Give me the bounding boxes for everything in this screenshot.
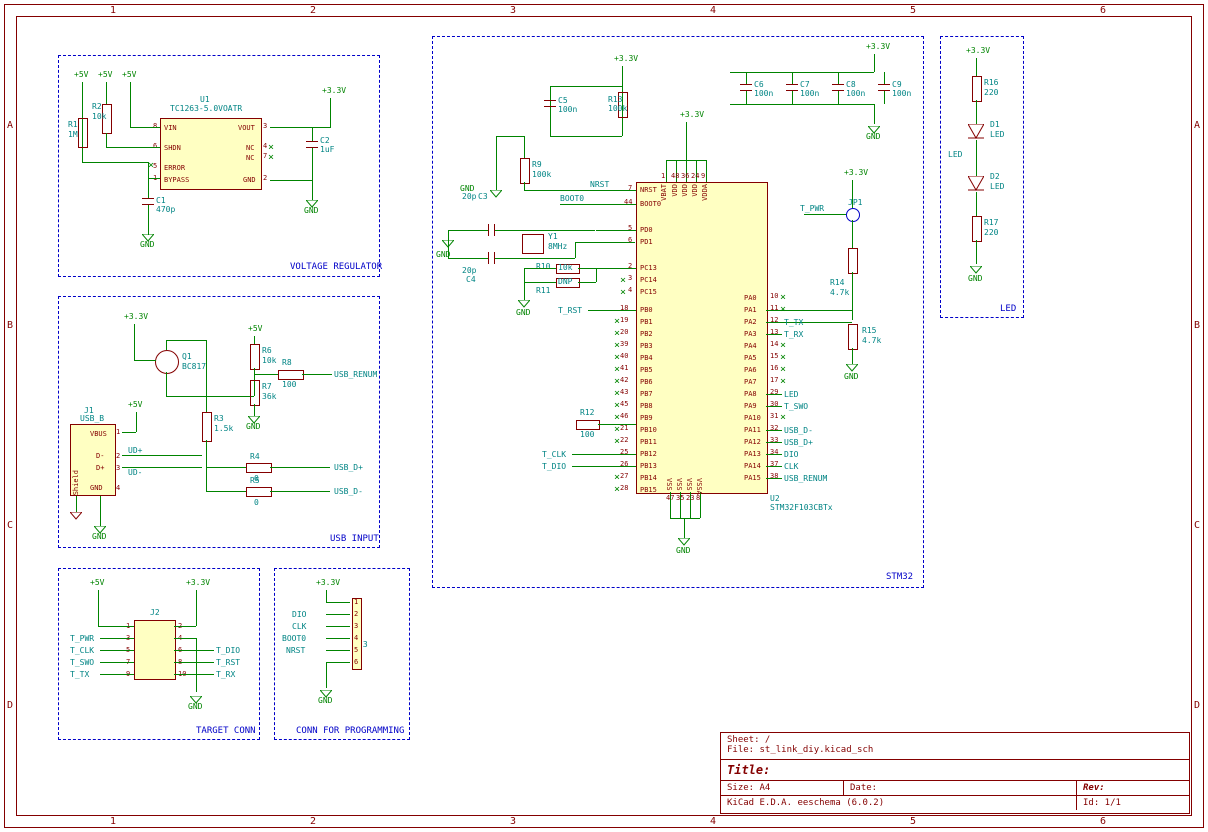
j2 bbox=[134, 620, 176, 680]
ruler-row: A bbox=[1194, 120, 1200, 131]
ruler-col: 1 bbox=[110, 5, 116, 16]
pwr-33v: +3.3V bbox=[322, 86, 346, 95]
pin-vout: VOUT bbox=[238, 124, 255, 132]
file-label: File: st_link_diy.kicad_sch bbox=[727, 745, 1183, 755]
gnd-icon bbox=[142, 234, 154, 242]
sheet-label: Sheet: / bbox=[727, 735, 1183, 745]
ruler-col: 4 bbox=[710, 816, 716, 827]
ruler-col: 2 bbox=[310, 5, 316, 16]
gnd-icon bbox=[306, 200, 318, 208]
pin-byp: BYPASS bbox=[164, 176, 189, 184]
pin-shdn: SHDN bbox=[164, 144, 181, 152]
pwr-5v: +5V bbox=[128, 400, 142, 409]
transistor-icon bbox=[155, 350, 179, 374]
title-block: Sheet: / File: st_link_diy.kicad_sch Tit… bbox=[720, 732, 1190, 814]
title-label: Title: bbox=[721, 760, 1189, 781]
pwr-5v: +5V bbox=[248, 324, 262, 333]
pwr-33v: +3.3V bbox=[124, 312, 148, 321]
ruler-row: A bbox=[7, 120, 13, 131]
pin-nc: NC bbox=[246, 144, 254, 152]
date-label: Date: bbox=[844, 781, 1077, 795]
gen-label: KiCad E.D.A. eeschema (6.0.2) bbox=[721, 796, 1077, 810]
ruler-col: 5 bbox=[910, 816, 916, 827]
pwr-5v: +5V bbox=[122, 70, 136, 79]
ruler-row: C bbox=[1194, 520, 1200, 531]
ruler-row: D bbox=[7, 700, 13, 711]
crystal-icon bbox=[522, 234, 544, 254]
ruler-row: B bbox=[7, 320, 13, 331]
block-label-usb: USB INPUT bbox=[330, 534, 379, 544]
block-label-vreg: VOLTAGE REGULATOR bbox=[290, 262, 382, 272]
ruler-col: 3 bbox=[510, 5, 516, 16]
pwr-5v: +5V bbox=[98, 70, 112, 79]
u1-ref: U1 bbox=[200, 95, 210, 104]
size-label: Size: A4 bbox=[721, 781, 844, 795]
pin-vin: VIN bbox=[164, 124, 177, 132]
pwr-5v: +5V bbox=[74, 70, 88, 79]
ruler-col: 1 bbox=[110, 816, 116, 827]
u1-val: TC1263-5.0VOATR bbox=[170, 104, 242, 113]
ruler-col: 3 bbox=[510, 816, 516, 827]
pin-gnd: GND bbox=[243, 176, 256, 184]
schematic-page: 1 2 3 4 5 6 1 2 3 4 5 6 A B C D A B C D … bbox=[0, 0, 1208, 832]
ruler-col: 2 bbox=[310, 816, 316, 827]
ruler-col: 6 bbox=[1100, 5, 1106, 16]
ruler-col: 5 bbox=[910, 5, 916, 16]
pin-err: ERROR bbox=[164, 164, 185, 172]
ruler-row: D bbox=[1194, 700, 1200, 711]
led-icon bbox=[968, 176, 984, 192]
id-label: Id: 1/1 bbox=[1077, 796, 1189, 810]
pin-nc: NC bbox=[246, 154, 254, 162]
ruler-col: 4 bbox=[710, 5, 716, 16]
rev-label: Rev: bbox=[1077, 781, 1189, 795]
ruler-row: B bbox=[1194, 320, 1200, 331]
ic-u2 bbox=[636, 182, 768, 494]
led-icon bbox=[968, 124, 984, 140]
ruler-col: 6 bbox=[1100, 816, 1106, 827]
ruler-row: C bbox=[7, 520, 13, 531]
